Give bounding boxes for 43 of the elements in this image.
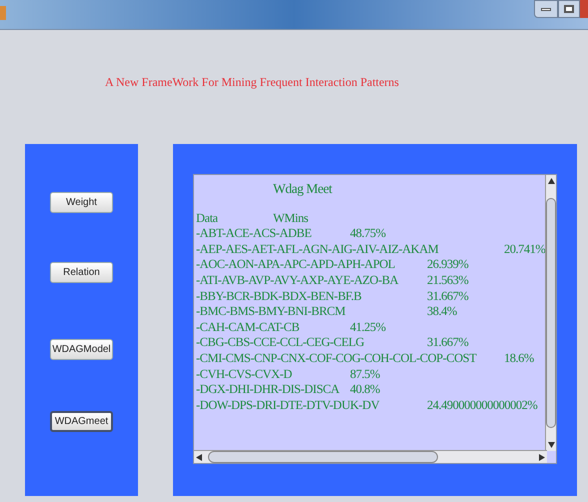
column-header: Data (196, 210, 218, 225)
horizontal-scrollbar[interactable] (194, 450, 547, 463)
value-cell: 31.667% (427, 335, 468, 350)
app-icon (0, 6, 6, 20)
value-cell: 26.939% (427, 257, 468, 272)
panel-button[interactable]: WDAGModel (50, 339, 113, 360)
scroll-thumb[interactable] (208, 451, 438, 463)
right-arrow-icon[interactable] (539, 454, 545, 460)
value-cell: 87.5% (350, 366, 380, 381)
data-cell: -DGX-DHI-DHR-DIS-DISCA (196, 382, 338, 396)
left-arrow-icon[interactable] (196, 454, 202, 460)
value-cell: 24.490000000000002% (427, 398, 538, 412)
vertical-scrollbar[interactable] (545, 175, 556, 451)
app-heading: A New FrameWork For Mining Frequent Interaction Patterns (105, 74, 399, 91)
panel-button[interactable]: WDAGmeet (50, 411, 113, 432)
data-cell: -CMI-CMS-CNP-CNX-COF-COG-COH-COL-COP-COST (196, 350, 476, 365)
minimize-button[interactable] (534, 0, 558, 18)
panel-button[interactable]: Weight (50, 192, 113, 213)
column-header: WMins (273, 210, 308, 225)
value-cell: 41.25% (350, 320, 386, 334)
data-cell: -AEP-AES-AET-AFL-AGN-AIG-AIV-AIZ-AKAM (196, 242, 438, 256)
value-cell: 31.667% (427, 288, 468, 303)
data-cell: -BBY-BCR-BDK-BDX-BEN-BF.B (196, 288, 362, 303)
data-cell: -BMC-BMS-BMY-BNI-BRCM (196, 304, 346, 318)
data-cell: -ATI-AVB-AVP-AVY-AXP-AYE-AZO-BA (196, 272, 398, 287)
value-cell: 38.4% (427, 304, 457, 318)
scroll-thumb[interactable] (546, 198, 556, 428)
value-cell: 20.741% (504, 242, 546, 256)
panel-button[interactable]: Relation (50, 262, 113, 283)
data-cell: -CAH-CAM-CAT-CB (196, 320, 300, 334)
maximize-button[interactable] (558, 0, 580, 18)
value-cell: 40.8% (350, 382, 380, 396)
value-cell: 48.75% (350, 226, 386, 240)
data-cell: -CVH-CVS-CVX-D (196, 366, 292, 381)
up-arrow-icon[interactable] (548, 178, 554, 184)
output-title: Wdag Meet (273, 181, 332, 196)
value-cell: 18.6% (504, 350, 534, 365)
data-cell: -ABT-ACE-ACS-ADBE (196, 226, 312, 240)
data-cell: -AOC-AON-APA-APC-APD-APH-APOL (196, 257, 394, 272)
data-cell: -CBG-CBS-CCE-CCL-CEG-CELG (196, 335, 364, 350)
down-arrow-icon[interactable] (548, 442, 554, 448)
value-cell: 21.563% (427, 272, 468, 287)
data-cell: -DOW-DPS-DRI-DTE-DTV-DUK-DV (196, 398, 380, 412)
